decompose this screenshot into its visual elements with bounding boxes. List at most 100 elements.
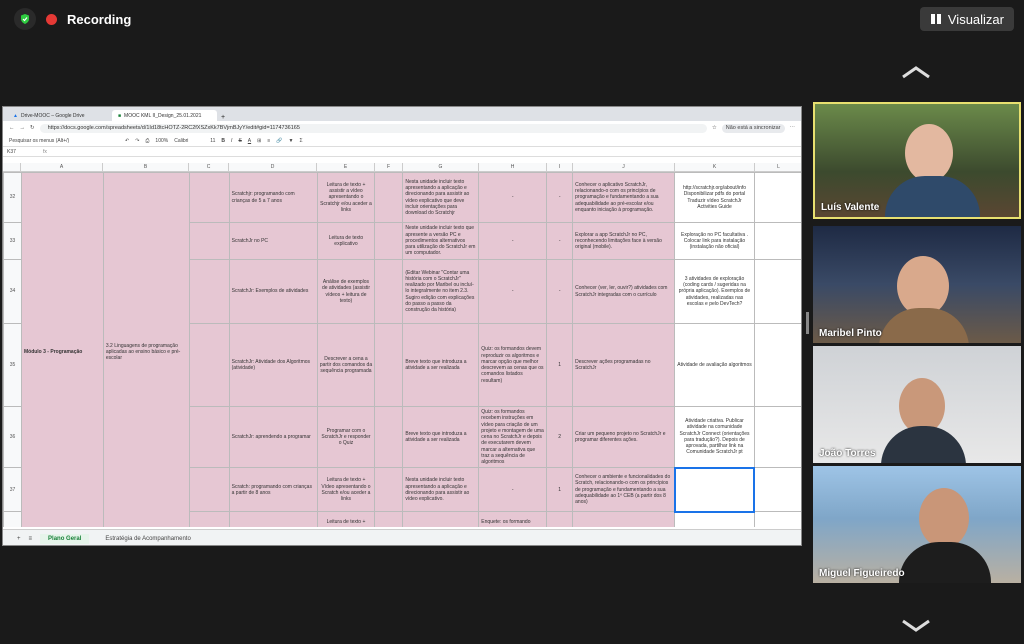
- italic-icon[interactable]: I: [231, 138, 232, 144]
- cell[interactable]: Nesta unidade incluir texto apresentando…: [402, 172, 480, 223]
- cell[interactable]: [188, 405, 230, 469]
- cell[interactable]: -: [546, 259, 574, 324]
- panel-resize-handle[interactable]: [806, 312, 809, 334]
- sheet-tab-estrategia[interactable]: Estratégia de Acompanhamento: [97, 534, 198, 544]
- cell[interactable]: [188, 259, 230, 324]
- forward-icon[interactable]: →: [20, 125, 26, 131]
- cell[interactable]: [374, 511, 404, 527]
- row-number[interactable]: 36: [3, 405, 22, 469]
- cell[interactable]: (Editar Webinar "Contar uma história com…: [402, 259, 480, 324]
- cell[interactable]: [188, 222, 230, 260]
- cell[interactable]: Scratchjr: programando com crianças de 5…: [228, 172, 318, 223]
- col-header[interactable]: G: [403, 163, 479, 171]
- row-number[interactable]: 37: [3, 467, 22, 513]
- cell[interactable]: Conhecer o ambiente e funcionalidades do…: [572, 467, 676, 513]
- cell[interactable]: Enquete: os formando: [478, 511, 548, 527]
- row-number[interactable]: 34: [3, 259, 22, 324]
- back-icon[interactable]: ←: [9, 125, 15, 131]
- cell[interactable]: 3 atividades de exploração (coding cards…: [674, 259, 755, 324]
- align-icon[interactable]: ≡: [267, 138, 270, 144]
- cell-ref[interactable]: K37: [7, 149, 43, 155]
- row-number[interactable]: 35: [3, 323, 22, 407]
- cell[interactable]: -: [478, 222, 548, 260]
- col-header[interactable]: K: [675, 163, 755, 171]
- all-sheets-icon[interactable]: ≡: [29, 536, 33, 542]
- cell[interactable]: [753, 172, 801, 223]
- topic-cell[interactable]: 3.2 Linguagens de programação aplicadas …: [102, 172, 190, 527]
- cell[interactable]: [188, 511, 230, 527]
- cell[interactable]: Scratch: programando com crianças a part…: [228, 467, 318, 513]
- row-number[interactable]: 32: [3, 172, 22, 223]
- col-header[interactable]: F: [375, 163, 403, 171]
- chevron-down-icon[interactable]: [900, 618, 932, 634]
- col-header[interactable]: B: [103, 163, 189, 171]
- col-header[interactable]: H: [479, 163, 547, 171]
- cell[interactable]: -: [478, 467, 548, 513]
- cell[interactable]: ScratchJr: Exemplos de atividades: [228, 259, 318, 324]
- cell[interactable]: [188, 323, 230, 407]
- participant-tile[interactable]: João Torres: [813, 346, 1021, 463]
- cell[interactable]: [753, 222, 801, 260]
- filter-icon[interactable]: ▼: [288, 138, 293, 144]
- cell[interactable]: [188, 172, 230, 223]
- strike-icon[interactable]: S: [238, 138, 241, 144]
- col-header[interactable]: I: [547, 163, 573, 171]
- cell[interactable]: [546, 511, 574, 527]
- cell[interactable]: [753, 323, 801, 407]
- tab-drive[interactable]: ▲ Drive-MOOC – Google Drive: [7, 110, 112, 121]
- cell[interactable]: 1: [546, 323, 574, 407]
- cell[interactable]: ScratchJr: Atividade dos Algoritmos (ati…: [228, 323, 318, 407]
- chevron-up-icon[interactable]: [900, 64, 932, 80]
- cell[interactable]: [402, 511, 480, 527]
- cell[interactable]: Breve texto que introduza a atividade a …: [402, 323, 480, 407]
- col-header[interactable]: A: [21, 163, 103, 171]
- reload-icon[interactable]: ↻: [30, 125, 35, 131]
- functions-icon[interactable]: Σ: [299, 138, 302, 144]
- col-header[interactable]: L: [755, 163, 801, 171]
- zoom-select[interactable]: 100%: [155, 138, 168, 144]
- font-size-select[interactable]: 11: [210, 138, 215, 144]
- cell[interactable]: Análise de exemplos de atividades (assis…: [316, 259, 376, 324]
- cell[interactable]: [374, 323, 404, 407]
- cell[interactable]: Exploração no PC facultativa . Colocar l…: [674, 222, 755, 260]
- cell[interactable]: Explorar a app ScratchJr no PC, reconhec…: [572, 222, 676, 260]
- cell[interactable]: Conhecer o aplicativo ScratchJr, relacio…: [572, 172, 676, 223]
- cell[interactable]: [674, 511, 755, 527]
- participant-tile[interactable]: Luís Valente: [813, 102, 1021, 219]
- cell[interactable]: [753, 405, 801, 469]
- tab-sheets[interactable]: ■ MOOC KML II_Design_25.01.2021: [112, 110, 217, 121]
- borders-icon[interactable]: ⊞: [257, 138, 261, 144]
- cell[interactable]: -: [546, 222, 574, 260]
- cell[interactable]: http://scratchjr.org/about/info Disponib…: [674, 172, 755, 223]
- col-header[interactable]: E: [317, 163, 375, 171]
- add-sheet-icon[interactable]: +: [17, 536, 21, 542]
- cell[interactable]: [753, 259, 801, 324]
- cell[interactable]: Conhecer (ver, ler, ouvir?) atividades c…: [572, 259, 676, 324]
- cell[interactable]: Descrever ações programadas no ScratchJr: [572, 323, 676, 407]
- cell[interactable]: Atividade de avaliação algoritmos: [674, 323, 755, 407]
- cell[interactable]: Leitura de texto + Vídeo apresentando o …: [316, 467, 376, 513]
- cell[interactable]: [374, 467, 404, 513]
- cell[interactable]: ScratchJr no PC: [228, 222, 318, 260]
- cell[interactable]: -: [546, 172, 574, 223]
- participant-tile[interactable]: Miguel Figueiredo: [813, 466, 1021, 583]
- undo-icon[interactable]: ↶: [125, 138, 129, 144]
- cell[interactable]: Atividade criativa. Publicar atividade n…: [674, 405, 755, 469]
- module-cell[interactable]: Módulo 3 - Programação: [20, 172, 104, 527]
- cell[interactable]: Quiz: os formandos devem reproduzir os a…: [478, 323, 548, 407]
- cell[interactable]: ScratchJr: aprendendo a programar: [228, 405, 318, 469]
- search-menus[interactable]: Pesquisar os menus (Alt+/): [9, 138, 119, 144]
- cell[interactable]: [374, 172, 404, 223]
- cell[interactable]: [188, 467, 230, 513]
- cell[interactable]: Criar um pequeno projeto no ScratchJr e …: [572, 405, 676, 469]
- cell[interactable]: [572, 511, 676, 527]
- cell[interactable]: [374, 222, 404, 260]
- cell[interactable]: [228, 511, 318, 527]
- bold-icon[interactable]: B: [221, 138, 225, 144]
- menu-icon[interactable]: ⋯: [790, 125, 796, 131]
- cell[interactable]: [753, 511, 801, 527]
- selected-cell[interactable]: [673, 466, 756, 513]
- star-icon[interactable]: ☆: [712, 125, 717, 131]
- text-color-icon[interactable]: A: [248, 138, 251, 144]
- cell[interactable]: 2: [546, 405, 574, 469]
